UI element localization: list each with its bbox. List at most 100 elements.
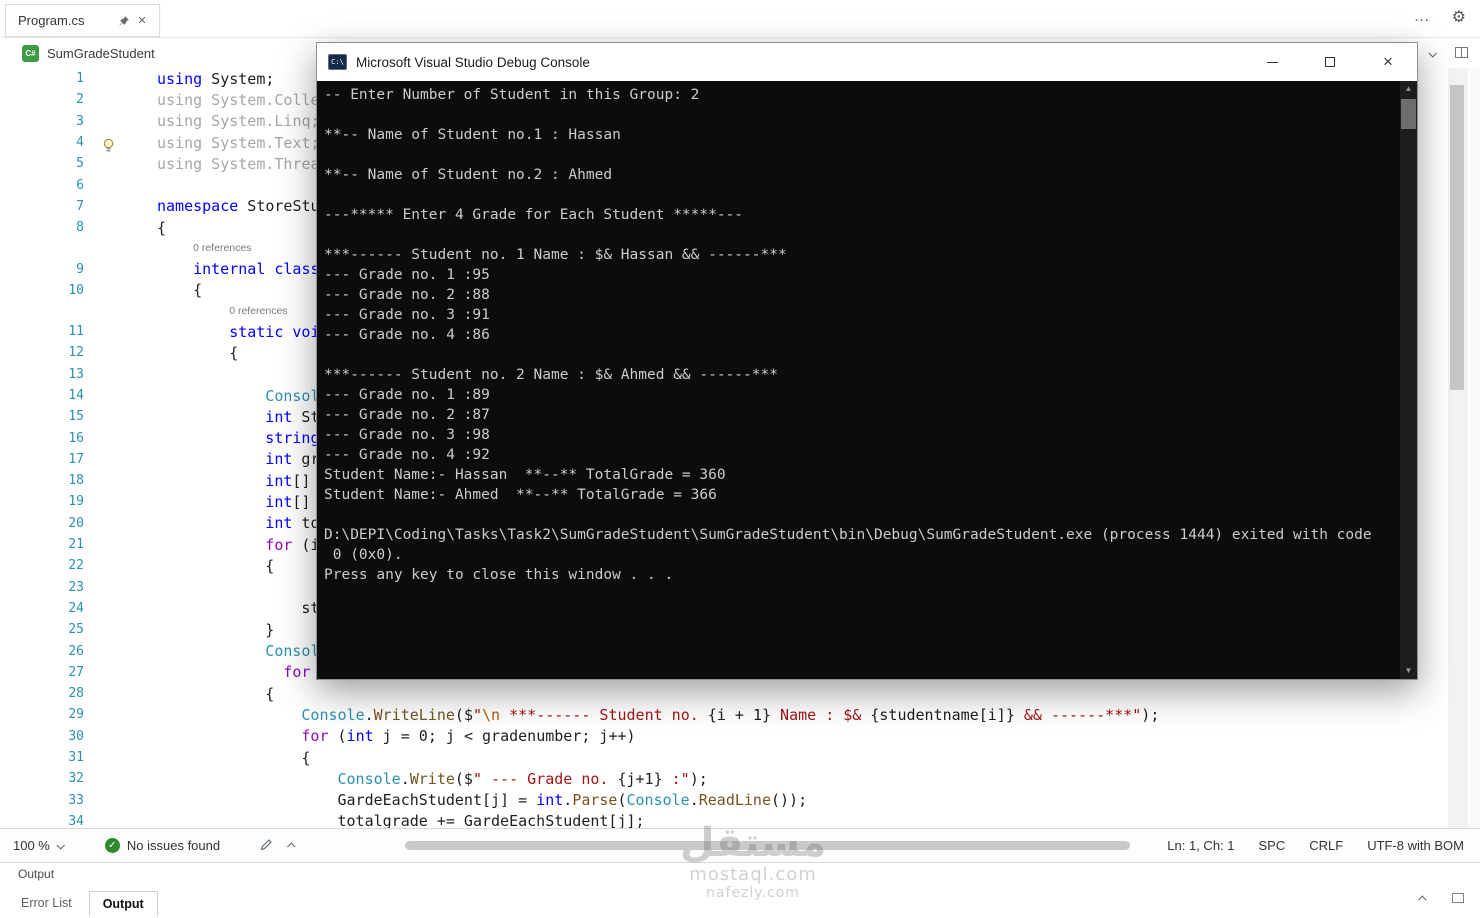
- console-line: [324, 187, 1395, 207]
- line-number[interactable]: 10: [0, 283, 84, 298]
- line-number[interactable]: 24: [0, 601, 84, 616]
- minimize-button[interactable]: [1243, 43, 1301, 81]
- line-number[interactable]: 20: [0, 516, 84, 531]
- console-line: 0 (0x0).: [324, 547, 1395, 567]
- close-button[interactable]: ×: [1359, 43, 1417, 81]
- chevron-up-icon[interactable]: [287, 842, 295, 850]
- line-number[interactable]: 14: [0, 388, 84, 403]
- tab-program-cs[interactable]: Program.cs ×: [5, 4, 160, 37]
- line-ending[interactable]: CRLF: [1309, 838, 1343, 853]
- line-number[interactable]: 12: [0, 345, 84, 360]
- console-line: --- Grade no. 2 :87: [324, 407, 1395, 427]
- line-number[interactable]: 18: [0, 473, 84, 488]
- split-editor-icon[interactable]: [1455, 45, 1468, 63]
- line-number[interactable]: 1: [0, 71, 84, 86]
- more-options-icon[interactable]: …: [1414, 8, 1430, 26]
- line-number[interactable]: 26: [0, 644, 84, 659]
- line-number[interactable]: 23: [0, 580, 84, 595]
- panel-tabs: Error ListOutput: [8, 891, 158, 916]
- indentation-mode[interactable]: SPC: [1259, 838, 1286, 853]
- console-body: -- Enter Number of Student in this Group…: [317, 81, 1417, 679]
- line-number[interactable]: 32: [0, 771, 84, 786]
- lightbulb-icon[interactable]: [102, 138, 115, 158]
- console-line: [324, 147, 1395, 167]
- console-line: --- Grade no. 1 :89: [324, 387, 1395, 407]
- line-number[interactable]: 31: [0, 750, 84, 765]
- console-line: --- Grade no. 1 :95: [324, 267, 1395, 287]
- line-number[interactable]: 28: [0, 686, 84, 701]
- close-tab-icon[interactable]: ×: [133, 12, 151, 30]
- scrollbar-thumb[interactable]: [1450, 85, 1464, 390]
- panel-tab-output[interactable]: Output: [89, 891, 158, 916]
- zoom-level: 100 %: [13, 838, 50, 853]
- console-scrollbar-thumb[interactable]: [1401, 99, 1416, 129]
- code-cleanup-control[interactable]: [260, 838, 295, 854]
- panel-window-icon[interactable]: [1452, 890, 1464, 908]
- line-number[interactable]: 9: [0, 262, 84, 277]
- code-line[interactable]: 32Console.Write($" --- Grade no. {j+1} :…: [0, 768, 1448, 789]
- annotation-margin: [1466, 68, 1480, 828]
- pin-icon[interactable]: [115, 12, 133, 30]
- gear-icon[interactable]: ⚙: [1452, 7, 1466, 27]
- debug-console-window: C:\ Microsoft Visual Studio Debug Consol…: [316, 42, 1418, 680]
- line-number[interactable]: 19: [0, 494, 84, 509]
- console-line: --- Grade no. 3 :98: [324, 427, 1395, 447]
- console-scrollbar[interactable]: ▲ ▼: [1400, 81, 1417, 679]
- line-number[interactable]: 22: [0, 558, 84, 573]
- file-encoding[interactable]: UTF-8 with BOM: [1367, 838, 1464, 853]
- line-number[interactable]: 30: [0, 729, 84, 744]
- scroll-up-icon[interactable]: ▲: [1400, 81, 1417, 97]
- minimize-icon: [1267, 62, 1278, 63]
- code-line[interactable]: 34totalgrade += GardeEachStudent[j];: [0, 811, 1448, 828]
- status-bar: 100 % ✓ No issues found Ln: 1, Ch: 1 SPC…: [0, 828, 1480, 862]
- line-number[interactable]: 17: [0, 452, 84, 467]
- line-number[interactable]: 5: [0, 156, 84, 171]
- check-circle-icon: ✓: [105, 838, 120, 853]
- panel-tab-error-list[interactable]: Error List: [8, 891, 85, 916]
- code-line[interactable]: 33GardeEachStudent[j] = int.Parse(Consol…: [0, 790, 1448, 811]
- line-number[interactable]: 33: [0, 793, 84, 808]
- line-number[interactable]: 15: [0, 409, 84, 424]
- line-number[interactable]: 27: [0, 665, 84, 680]
- horizontal-scrollbar[interactable]: [405, 841, 1130, 850]
- line-number[interactable]: 4: [0, 135, 84, 150]
- scroll-down-icon[interactable]: ▼: [1400, 663, 1417, 679]
- console-line: ***------ Student no. 1 Name : $& Hassan…: [324, 247, 1395, 267]
- document-tab-bar: Program.cs × … ⚙: [0, 0, 1480, 38]
- vs-main-window: Program.cs × … ⚙ C# SumGradeStudent 1usi…: [0, 0, 1480, 918]
- line-number[interactable]: 34: [0, 814, 84, 828]
- console-line: Student Name:- Hassan **--** TotalGrade …: [324, 467, 1395, 487]
- console-line: D:\DEPI\Coding\Tasks\Task2\SumGradeStude…: [324, 527, 1395, 547]
- breadcrumb-project[interactable]: SumGradeStudent: [47, 46, 155, 61]
- console-line: **-- Name of Student no.2 : Ahmed: [324, 167, 1395, 187]
- code-line[interactable]: 28{: [0, 683, 1448, 704]
- line-number[interactable]: 11: [0, 324, 84, 339]
- code-cleanup-icon[interactable]: [260, 838, 273, 854]
- editor-vertical-scrollbar[interactable]: [1448, 68, 1466, 828]
- line-number[interactable]: 16: [0, 431, 84, 446]
- console-line: ***------ Student no. 2 Name : $& Ahmed …: [324, 367, 1395, 387]
- csharp-file-icon: C#: [22, 45, 39, 62]
- line-number[interactable]: 7: [0, 199, 84, 214]
- code-line[interactable]: 29Console.WriteLine($"\n ***------ Stude…: [0, 704, 1448, 725]
- line-number[interactable]: 3: [0, 114, 84, 129]
- code-line[interactable]: 30for (int j = 0; j < gradenumber; j++): [0, 726, 1448, 747]
- code-line[interactable]: 31{: [0, 747, 1448, 768]
- line-number[interactable]: 25: [0, 622, 84, 637]
- line-number[interactable]: 8: [0, 220, 84, 235]
- maximize-button[interactable]: [1301, 43, 1359, 81]
- console-line: [324, 227, 1395, 247]
- line-number[interactable]: 13: [0, 367, 84, 382]
- console-line: --- Grade no. 3 :91: [324, 307, 1395, 327]
- cursor-position[interactable]: Ln: 1, Ch: 1: [1167, 838, 1234, 853]
- console-title-bar[interactable]: C:\ Microsoft Visual Studio Debug Consol…: [317, 43, 1417, 81]
- chevron-up-icon[interactable]: [1418, 895, 1426, 903]
- line-number[interactable]: 6: [0, 178, 84, 193]
- zoom-control[interactable]: 100 %: [13, 838, 63, 853]
- line-number[interactable]: 29: [0, 707, 84, 722]
- console-line: [324, 347, 1395, 367]
- chevron-down-icon[interactable]: [1428, 49, 1436, 57]
- line-number[interactable]: 2: [0, 92, 84, 107]
- issues-indicator[interactable]: ✓ No issues found: [105, 838, 220, 853]
- line-number[interactable]: 21: [0, 537, 84, 552]
